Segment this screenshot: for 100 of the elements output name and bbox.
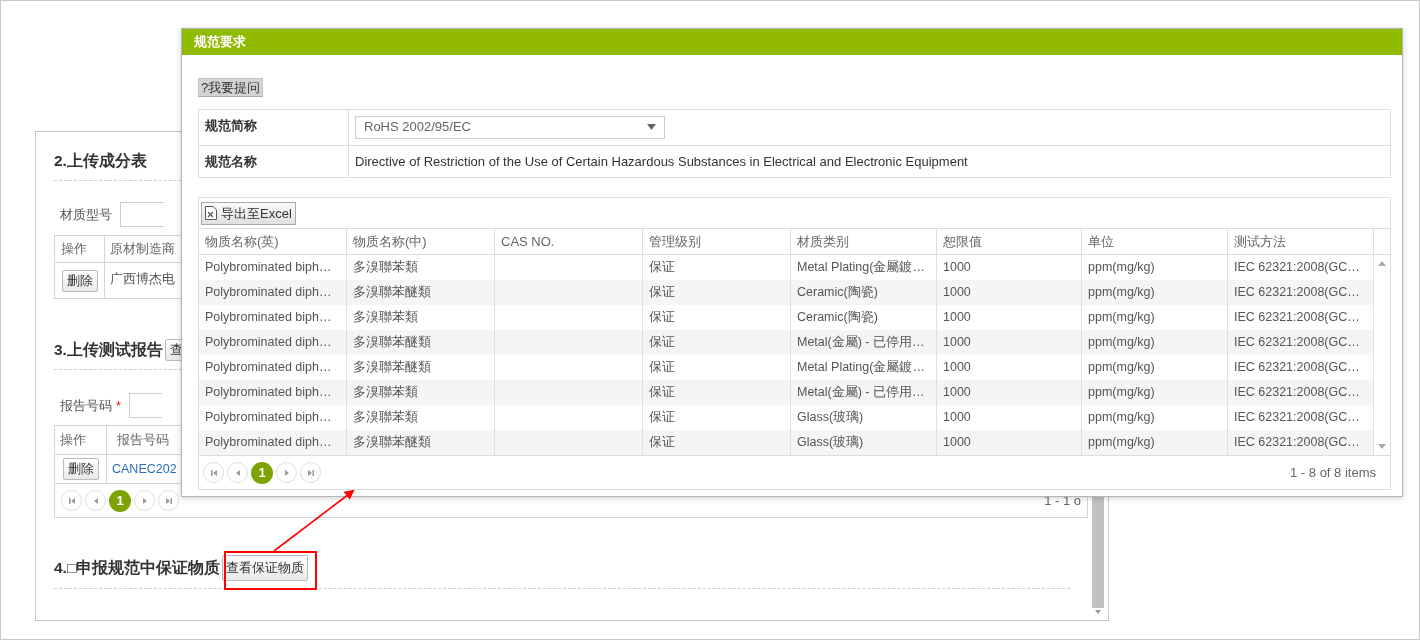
table-cell-text: 多溴聯苯醚類 bbox=[353, 284, 431, 302]
column-header: 材质类别 bbox=[791, 229, 937, 255]
section-heading: 2.上传成分表 bbox=[54, 151, 147, 171]
table-cell-text: IEC 62321:2008(GC… bbox=[1234, 259, 1360, 277]
field-label: 材质型号 bbox=[60, 205, 112, 224]
table-cell-text: 广西博杰电 bbox=[110, 270, 175, 288]
table-cell-text: IEC 62321:2008(GC… bbox=[1234, 309, 1360, 327]
field-value: Directive of Restriction of the Use of Certain Hazardous Substances in Electrical and Electronic Equipment bbox=[355, 152, 968, 171]
table-cell-text: 保证 bbox=[649, 309, 675, 327]
first-page-button[interactable] bbox=[61, 490, 82, 511]
table-cell-text: Polybrominated diph… bbox=[205, 334, 332, 352]
excel-file-icon bbox=[205, 206, 217, 220]
column-header: 单位 bbox=[1082, 229, 1228, 255]
last-page-button[interactable] bbox=[300, 462, 321, 483]
table-cell-text: 1000 bbox=[943, 259, 971, 277]
table-cell-text: Metal(金屬) - 已停用… bbox=[797, 384, 925, 402]
table-cell-text: Polybrominated diph… bbox=[205, 359, 332, 377]
section-heading: 4.□申报规范中保证物质 bbox=[54, 558, 221, 578]
column-header: 报告号码 bbox=[116, 431, 170, 450]
report-link[interactable]: CANEC202 bbox=[112, 459, 177, 479]
table-cell-text: IEC 62321:2008(GC… bbox=[1234, 409, 1360, 427]
scroll-up-icon bbox=[1378, 260, 1386, 266]
view-button[interactable]: 查看保证物质 bbox=[222, 555, 309, 581]
column-header: 物质名称(中) bbox=[347, 229, 495, 255]
delete-button[interactable]: 删除 bbox=[62, 458, 99, 480]
delete-button[interactable]: 删除 bbox=[61, 269, 98, 292]
table-cell-text: 保证 bbox=[649, 409, 675, 427]
export-excel-button[interactable]: 导出至Excel bbox=[201, 201, 296, 225]
table-cell-text: 保证 bbox=[649, 259, 675, 277]
column-header: 操作 bbox=[55, 236, 105, 262]
table-cell-text: ppm(mg/kg) bbox=[1088, 284, 1155, 302]
section-heading: 3.上传测试报告 bbox=[54, 340, 163, 360]
table-cell-text: Metal Plating(金屬鍍… bbox=[797, 359, 925, 377]
table-cell-text: Polybrominated biph… bbox=[205, 259, 332, 277]
table-cell-text: IEC 62321:2008(GC… bbox=[1234, 434, 1360, 452]
first-page-icon bbox=[209, 468, 218, 477]
table-cell-text: Polybrominated biph… bbox=[205, 409, 332, 427]
next-page-icon bbox=[140, 496, 149, 505]
column-header: 操作 bbox=[55, 426, 107, 454]
table-cell-text: 1000 bbox=[943, 309, 971, 327]
table-cell-text: 多溴聯苯類 bbox=[353, 409, 418, 427]
required-mark: * bbox=[116, 397, 122, 413]
column-header: 恕限值 bbox=[937, 229, 1082, 255]
table-cell-text: Ceramic(陶瓷) bbox=[797, 309, 878, 327]
column-header: 原材制造商 bbox=[109, 240, 176, 259]
table-cell-text: ppm(mg/kg) bbox=[1088, 434, 1155, 452]
spec-select[interactable]: RoHS 2002/95/EC bbox=[355, 115, 665, 139]
field-label: 规范简称 bbox=[199, 109, 349, 145]
table-cell-text: ppm(mg/kg) bbox=[1088, 384, 1155, 402]
table-cell-text: IEC 62321:2008(GC… bbox=[1234, 284, 1360, 302]
column-header: CAS NO. bbox=[495, 229, 643, 255]
last-page-button[interactable] bbox=[158, 490, 179, 511]
table-cell-text: Polybrominated diph… bbox=[205, 434, 332, 452]
table-cell-text: Polybrominated biph… bbox=[205, 384, 332, 402]
table-cell-text: Glass(玻璃) bbox=[797, 434, 864, 452]
last-page-icon bbox=[306, 468, 315, 477]
table-cell-text: ppm(mg/kg) bbox=[1088, 334, 1155, 352]
table-cell-text: 多溴聯苯醚類 bbox=[353, 359, 431, 377]
table-cell-text: ppm(mg/kg) bbox=[1088, 409, 1155, 427]
next-page-button[interactable] bbox=[134, 490, 155, 511]
next-page-button[interactable] bbox=[276, 462, 297, 483]
table-cell-text: 多溴聯苯醚類 bbox=[353, 334, 431, 352]
table-cell-text: Polybrominated biph… bbox=[205, 309, 332, 327]
first-page-icon bbox=[67, 496, 76, 505]
previous-page-button[interactable] bbox=[227, 462, 248, 483]
table-cell-text: Metal Plating(金屬鍍… bbox=[797, 259, 925, 277]
table-cell-text: Metal(金屬) - 已停用… bbox=[797, 334, 925, 352]
table-cell-text: 多溴聯苯類 bbox=[353, 384, 418, 402]
ask-question-button[interactable]: ?我要提问 bbox=[198, 78, 264, 97]
table-cell-text: 保证 bbox=[649, 334, 675, 352]
table-cell-text: ppm(mg/kg) bbox=[1088, 309, 1155, 327]
input-field[interactable] bbox=[120, 202, 164, 227]
dialog-title: 规范要求 bbox=[194, 33, 246, 52]
table-cell-text: 多溴聯苯類 bbox=[353, 259, 418, 277]
table-cell-text: IEC 62321:2008(GC… bbox=[1234, 359, 1360, 377]
table-cell-text: 1000 bbox=[943, 284, 971, 302]
table-cell-text: 保证 bbox=[649, 284, 675, 302]
previous-page-button[interactable] bbox=[85, 490, 106, 511]
table-cell-text: ppm(mg/kg) bbox=[1088, 259, 1155, 277]
column-header: 管理级别 bbox=[643, 229, 791, 255]
first-page-button[interactable] bbox=[203, 462, 224, 483]
table-cell-text: 保证 bbox=[649, 384, 675, 402]
table-cell-text: Polybrominated diph… bbox=[205, 284, 332, 302]
scroll-down-icon bbox=[1378, 444, 1386, 450]
table-cell-text: 保证 bbox=[649, 434, 675, 452]
input-field[interactable] bbox=[129, 393, 163, 418]
field-label: 规范名称 bbox=[199, 145, 349, 177]
pager-summary: 1 - 8 of 8 items bbox=[1290, 463, 1376, 482]
table-cell-text: 1000 bbox=[943, 334, 971, 352]
table-cell-text: Ceramic(陶瓷) bbox=[797, 284, 878, 302]
table-cell-text: 1000 bbox=[943, 384, 971, 402]
table-cell-text: IEC 62321:2008(GC… bbox=[1234, 384, 1360, 402]
next-page-icon bbox=[282, 468, 291, 477]
table-cell-text: 多溴聯苯醚類 bbox=[353, 434, 431, 452]
table-cell-text: Glass(玻璃) bbox=[797, 409, 864, 427]
table-cell-text: 1000 bbox=[943, 359, 971, 377]
table-cell-text: IEC 62321:2008(GC… bbox=[1234, 334, 1360, 352]
table-cell-text: ppm(mg/kg) bbox=[1088, 359, 1155, 377]
table-cell-text: 多溴聯苯類 bbox=[353, 309, 418, 327]
table-cell-text: 1000 bbox=[943, 434, 971, 452]
